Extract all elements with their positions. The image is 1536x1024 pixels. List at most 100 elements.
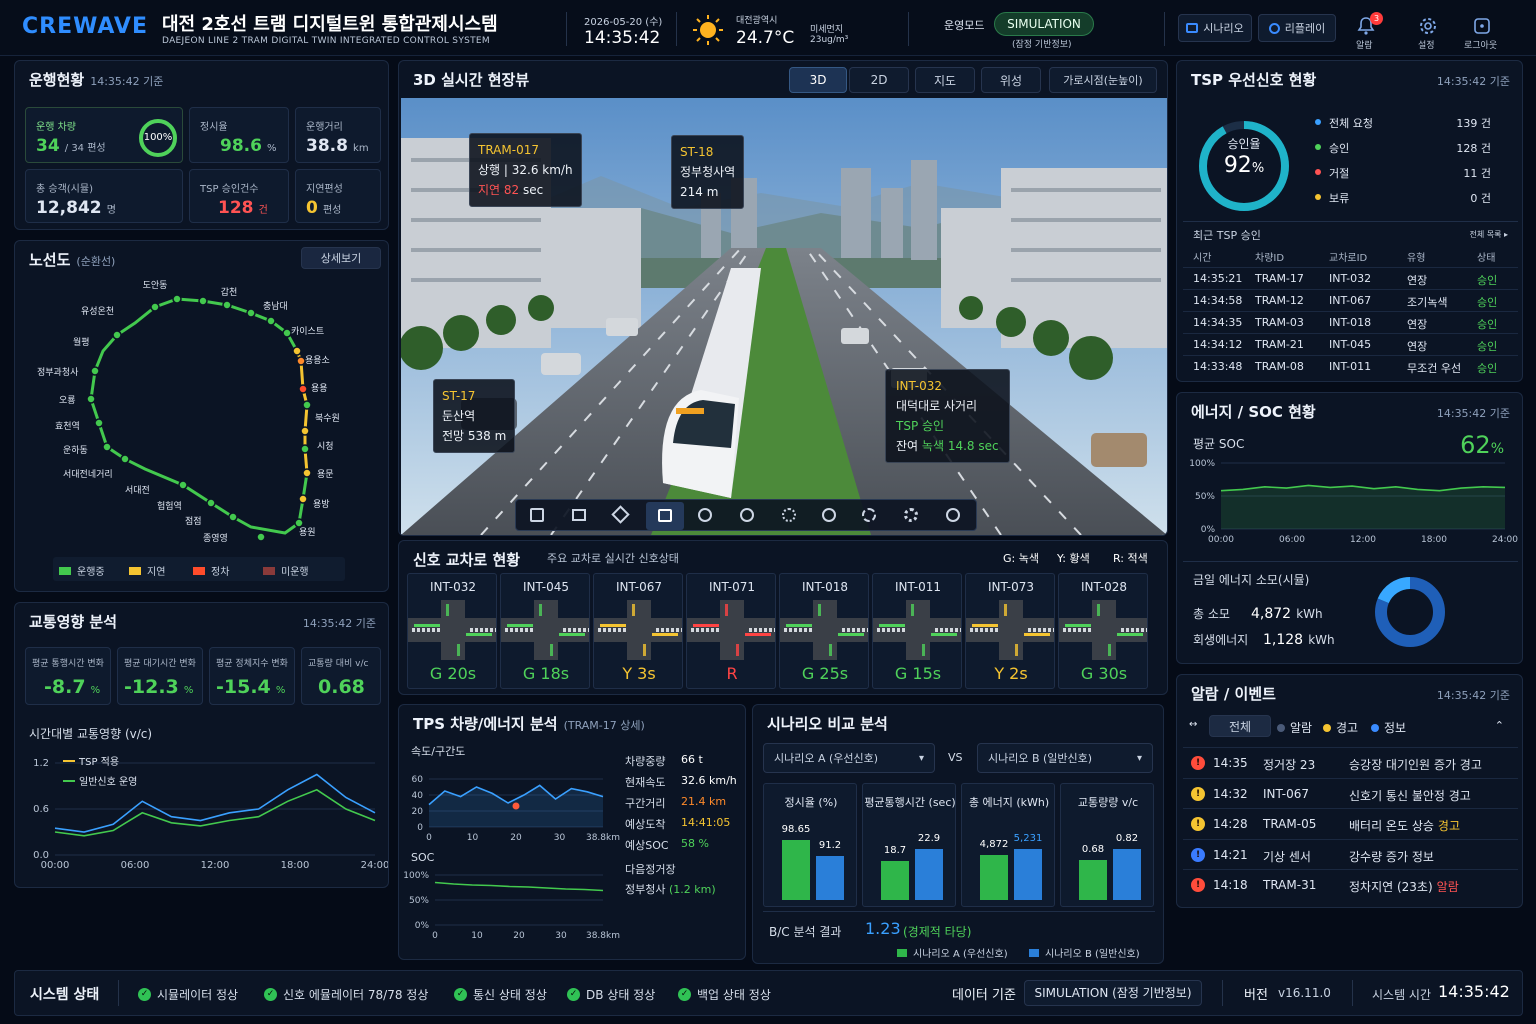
station-label: 카이스트 bbox=[291, 326, 324, 337]
scenario-metric-card[interactable]: 정시율 (%) 98.65 91.2 bbox=[763, 783, 857, 907]
signal-intersection-panel: 신호 교차로 현황 주요 교차로 실시간 신호상태 G: 녹색 Y: 황색 R:… bbox=[398, 540, 1168, 695]
energy-soc-panel: 에너지 / SOC 현황 14:35:42 기준 평균 SOC 62% 0% 50… bbox=[1176, 392, 1523, 664]
toolbar-mail-icon[interactable] bbox=[572, 509, 586, 521]
kpi-distance[interactable]: 운행거리 38.8 km bbox=[295, 107, 381, 163]
toolbar-layers-icon[interactable] bbox=[611, 505, 630, 524]
all-list-link[interactable]: 전체 목록 ▸ bbox=[1469, 229, 1508, 240]
crosswalk bbox=[985, 628, 988, 632]
mode-badge[interactable]: SIMULATION bbox=[994, 12, 1094, 36]
table-row[interactable]: 14:33:48 TRAM-08 INT-011 무조건 우선 승인 bbox=[1183, 355, 1518, 377]
alarm-row[interactable]: ! 14:21 기상 센서 강수량 증가 정보 bbox=[1183, 838, 1518, 869]
intersection-card-int-032[interactable]: INT-032 G 20s bbox=[407, 573, 497, 689]
column-header: 시간 bbox=[1193, 253, 1212, 264]
route-legend: 운행중 지연 정차 미운행 bbox=[53, 557, 345, 581]
kpi-running-vehicles[interactable]: 운행 차량 34 / 34 편성 100% bbox=[25, 107, 183, 163]
y-tick-label: 50% bbox=[1195, 492, 1215, 502]
power-icon bbox=[1474, 18, 1490, 34]
tab-map[interactable]: 지도 bbox=[915, 67, 975, 93]
column-header: 교차로ID bbox=[1329, 253, 1368, 264]
chevron-down-icon: ▾ bbox=[918, 752, 924, 764]
chevron-up-icon[interactable]: ⌃ bbox=[1495, 719, 1504, 732]
toolbar-add-icon[interactable] bbox=[740, 508, 754, 522]
scenario-metric-card[interactable]: 교통량량 v/c 0.68 0.82 bbox=[1060, 783, 1154, 907]
filter-all-tab[interactable]: 전체 bbox=[1209, 715, 1271, 737]
tab-2d[interactable]: 2D bbox=[849, 67, 909, 93]
tps-row-label: 예상도착 bbox=[625, 818, 666, 831]
legend-red: R: 적색 bbox=[1113, 552, 1148, 565]
filter-info-tab[interactable]: 정보 bbox=[1371, 719, 1406, 736]
legend-yellow: Y: 황색 bbox=[1057, 552, 1090, 565]
alarm-button[interactable]: 3 알람 bbox=[1350, 12, 1390, 52]
crosswalk bbox=[995, 628, 998, 632]
scenario-a-select[interactable]: 시나리오 A (우선신호) ▾ bbox=[763, 743, 935, 773]
kpi-total-passengers[interactable]: 총 승객(시뮬) 12,842 명 bbox=[25, 169, 183, 223]
crosswalk bbox=[716, 628, 719, 632]
crosswalk bbox=[754, 628, 757, 632]
station-node bbox=[172, 294, 182, 304]
crosswalk bbox=[1141, 628, 1144, 632]
toolbar-route-icon[interactable] bbox=[782, 508, 796, 522]
table-cell: 연장 bbox=[1407, 274, 1428, 287]
collapse-arrows-icon[interactable]: ↔ bbox=[1189, 719, 1197, 730]
tram-info-tag[interactable]: TRAM-017 상행 | 32.6 km/h 지연 82 sec bbox=[469, 133, 582, 207]
intersection-card-int-011[interactable]: INT-011 G 15s bbox=[872, 573, 962, 689]
alarm-row[interactable]: ! 14:18 TRAM-31 정차지연 (23초) 알람 bbox=[1183, 869, 1518, 899]
tab-satellite[interactable]: 위성 bbox=[981, 67, 1041, 93]
station-node bbox=[86, 394, 96, 404]
toolbar-tram-icon[interactable] bbox=[646, 502, 684, 530]
divider bbox=[1183, 561, 1518, 562]
toolbar-camera-icon[interactable] bbox=[530, 508, 544, 522]
crosswalk bbox=[1038, 628, 1041, 632]
signal-bar bbox=[632, 604, 635, 616]
kpi-tsp-approvals[interactable]: TSP 승인건수 128 건 bbox=[189, 169, 289, 223]
filter-warning-tab[interactable]: 경고 bbox=[1323, 719, 1358, 736]
intersection-card-int-073[interactable]: INT-073 Y 2s bbox=[965, 573, 1055, 689]
alarm-row[interactable]: ! 14:35 정거장 23 승강장 대기인원 증가 경고 bbox=[1183, 747, 1518, 777]
tab-street-view[interactable]: 가로시점(눈높이) bbox=[1049, 67, 1157, 93]
bar-scenario-a bbox=[782, 840, 810, 900]
tab-3d[interactable]: 3D bbox=[789, 67, 847, 93]
kpi-delayed-trains[interactable]: 지연편성 0 편성 bbox=[295, 169, 381, 223]
intersection-card-int-028[interactable]: INT-028 G 30s bbox=[1058, 573, 1148, 689]
toolbar-play-icon[interactable] bbox=[946, 508, 960, 522]
table-cell: INT-067 bbox=[1329, 294, 1372, 307]
intersection-int032-tag[interactable]: INT-032 대덕대로 사거리 TSP 승인 잔여 녹색 14.8 sec bbox=[885, 369, 1010, 463]
settings-button[interactable]: 설정 bbox=[1412, 12, 1452, 52]
brand-logo: CREWAVE bbox=[22, 14, 148, 39]
replay-button[interactable]: 리플레이 bbox=[1258, 14, 1336, 42]
intersection-card-int-045[interactable]: INT-045 G 18s bbox=[500, 573, 590, 689]
table-row[interactable]: 14:34:12 TRAM-21 INT-045 연장 승인 bbox=[1183, 333, 1518, 355]
kpi-on-time-rate[interactable]: 정시율 98.6 % bbox=[189, 107, 289, 163]
station-st18-tag[interactable]: ST-18 정부청사역 214 m bbox=[671, 135, 745, 209]
signal-state: G 20s bbox=[429, 664, 477, 683]
station-st17-tag[interactable]: ST-17 둔산역 전망 538 m bbox=[433, 379, 516, 453]
divider bbox=[118, 980, 119, 1006]
table-row[interactable]: 14:35:21 TRAM-17 INT-032 연장 승인 bbox=[1183, 267, 1518, 289]
intersection-card-int-071[interactable]: INT-071 R bbox=[686, 573, 776, 689]
x-tick-label: 00:00 bbox=[1208, 535, 1234, 545]
divider bbox=[763, 911, 1155, 912]
filter-alarm-tab[interactable]: 알람 bbox=[1277, 719, 1312, 736]
signal-state: G 30s bbox=[1080, 664, 1128, 683]
y-tick-label: 50% bbox=[409, 896, 429, 906]
scenario-metric-card[interactable]: 총 에너지 (kWh) 4,872 5,231 bbox=[961, 783, 1055, 907]
crosswalk bbox=[970, 628, 973, 632]
intersection-card-int-018[interactable]: INT-018 G 25s bbox=[779, 573, 869, 689]
intersection-card-int-067[interactable]: INT-067 Y 3s bbox=[593, 573, 683, 689]
table-row[interactable]: 14:34:35 TRAM-03 INT-018 연장 승인 bbox=[1183, 311, 1518, 333]
alarm-row[interactable]: ! 14:32 INT-067 신호기 통신 불안정 경고 bbox=[1183, 777, 1518, 808]
toolbar-timer-icon[interactable] bbox=[862, 508, 876, 522]
logout-button[interactable]: 로그아웃 bbox=[1460, 12, 1510, 52]
crosswalk bbox=[1121, 628, 1124, 632]
toolbar-info-icon[interactable] bbox=[822, 508, 836, 522]
table-row[interactable]: 14:34:58 TRAM-12 INT-067 조기녹색 승인 bbox=[1183, 289, 1518, 311]
scenario-metric-card[interactable]: 평균통행시간 (sec) 18.7 22.9 bbox=[862, 783, 956, 907]
scenario-b-select[interactable]: 시나리오 B (일반신호) ▾ bbox=[977, 743, 1153, 773]
legend-label-normal: 일반신호 운영 bbox=[79, 776, 137, 788]
y-tick-label: 100% bbox=[1189, 459, 1215, 469]
scenario-button[interactable]: 시나리오 bbox=[1178, 14, 1252, 42]
toolbar-target-icon[interactable] bbox=[698, 508, 712, 522]
alarm-row[interactable]: ! 14:28 TRAM-05 배터리 온도 상승 경고 bbox=[1183, 808, 1518, 838]
toolbar-gear-icon[interactable] bbox=[904, 508, 918, 522]
tps-row-value: 32.6 km/h bbox=[681, 774, 737, 787]
